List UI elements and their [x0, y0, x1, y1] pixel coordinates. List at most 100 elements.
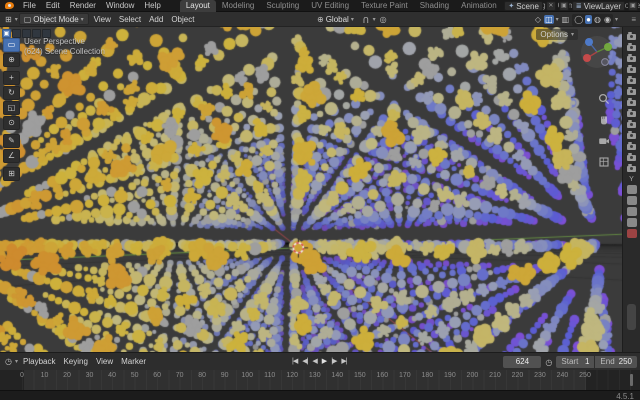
- menu-file[interactable]: File: [18, 0, 41, 12]
- timeline-ruler[interactable]: 0102030405060708090100110120130140150160…: [0, 370, 640, 390]
- proportional-editing-icon[interactable]: ◎: [379, 15, 388, 24]
- jump-to-start-button[interactable]: |◀: [290, 356, 299, 368]
- prev-keyframe-button[interactable]: ◀|: [300, 356, 309, 368]
- play-button[interactable]: ▶: [320, 356, 328, 368]
- ruler-scrollbar-end[interactable]: [630, 374, 633, 386]
- timeline-menu-view[interactable]: View: [92, 354, 117, 369]
- workspace-tab-uv-editing[interactable]: UV Editing: [305, 0, 355, 12]
- options-button[interactable]: Options ▾: [536, 29, 578, 40]
- properties-tab-render[interactable]: [627, 185, 637, 194]
- properties-tab-view-layer[interactable]: [627, 207, 637, 216]
- menu-render[interactable]: Render: [65, 0, 101, 12]
- show-gizmo-icon[interactable]: ◇: [534, 15, 542, 24]
- toggle-xray-icon[interactable]: ▥: [561, 15, 571, 24]
- stopwatch-icon[interactable]: ◷: [544, 358, 553, 367]
- outliner-row[interactable]: [623, 130, 640, 141]
- end-frame-field[interactable]: End 250: [595, 356, 637, 368]
- active-tool-select-box-icon[interactable]: ▣: [2, 29, 11, 38]
- outliner-row[interactable]: [623, 31, 640, 42]
- clock-icon[interactable]: ◷: [3, 357, 14, 366]
- properties-tab-scene[interactable]: [627, 218, 637, 227]
- start-frame-field[interactable]: Start 1: [556, 356, 594, 368]
- properties-tab-world[interactable]: [627, 229, 637, 238]
- shading-rendered-icon[interactable]: ◉: [603, 15, 612, 24]
- editor-type-caret-icon[interactable]: ▾: [15, 358, 18, 365]
- outliner-row[interactable]: [623, 53, 640, 64]
- select-set-icon[interactable]: [12, 29, 21, 38]
- outliner-corner-icon[interactable]: ≡: [631, 15, 636, 24]
- scene-selector[interactable]: ✦ Scene: [504, 1, 543, 11]
- outliner-row[interactable]: [623, 163, 640, 174]
- outliner-row[interactable]: [623, 119, 640, 130]
- play-reverse-button[interactable]: ◀: [310, 356, 318, 368]
- timeline-menu-playback[interactable]: Playback: [19, 354, 59, 369]
- show-overlays-icon[interactable]: ◫: [544, 15, 554, 24]
- gizmo-x-axis[interactable]: [583, 54, 591, 62]
- mode-selector[interactable]: ▢ Object Mode ▾: [19, 13, 89, 25]
- outliner-row[interactable]: [623, 75, 640, 86]
- viewport-canvas[interactable]: [0, 27, 622, 352]
- outliner-row[interactable]: [623, 152, 640, 163]
- editor-type-caret-icon[interactable]: ▾: [15, 16, 18, 23]
- viewport-menu-select[interactable]: Select: [115, 12, 145, 27]
- snap-caret-icon[interactable]: ▾: [373, 16, 376, 23]
- gizmo-z-axis[interactable]: [585, 38, 593, 46]
- outliner-row[interactable]: [623, 141, 640, 152]
- pan-hand-icon[interactable]: [598, 114, 610, 126]
- tool-measure[interactable]: ∠: [3, 149, 20, 163]
- view-layer-selector[interactable]: ≣ ViewLayer: [572, 1, 625, 11]
- menu-window[interactable]: Window: [101, 0, 139, 12]
- tool-add-cube[interactable]: ⊞: [3, 167, 20, 181]
- editor-3d-viewport-icon[interactable]: ⊞: [3, 15, 14, 24]
- shading-caret-icon[interactable]: ▾: [615, 16, 618, 23]
- viewport-menu-add[interactable]: Add: [145, 12, 167, 27]
- workspace-tab-animation[interactable]: Animation: [455, 0, 503, 12]
- outliner-row[interactable]: [623, 42, 640, 53]
- outliner-row[interactable]: [623, 108, 640, 119]
- workspace-tab-sculpting[interactable]: Sculpting: [260, 0, 305, 12]
- outliner-row[interactable]: [623, 64, 640, 75]
- viewport-menu-view[interactable]: View: [90, 12, 115, 27]
- new-scene-button[interactable]: ▣: [559, 1, 569, 11]
- workspace-tab-texture-paint[interactable]: Texture Paint: [355, 0, 414, 12]
- workspace-tab-shading[interactable]: Shading: [414, 0, 455, 12]
- unlink-scene-button[interactable]: ✕: [546, 1, 556, 11]
- scrollbar-handle[interactable]: [627, 304, 636, 330]
- viewport-header-middle: ⊕ Global ▾ U ▾ ◎: [312, 12, 388, 27]
- magnet-icon[interactable]: U: [362, 15, 370, 24]
- gizmo-minus-axis[interactable]: [602, 59, 609, 66]
- menu-help[interactable]: Help: [139, 0, 165, 12]
- overlays-caret-icon[interactable]: ▾: [556, 16, 559, 23]
- tool-rotate[interactable]: ↻: [3, 86, 20, 100]
- tool-cursor[interactable]: ⊕: [3, 53, 20, 67]
- perspective-toggle-icon[interactable]: [598, 156, 610, 168]
- gizmo-y-axis[interactable]: [604, 43, 612, 51]
- menu-edit[interactable]: Edit: [41, 0, 65, 12]
- current-frame-field[interactable]: 624: [503, 356, 541, 368]
- outliner-row[interactable]: [623, 97, 640, 108]
- navigation-gizmo[interactable]: [580, 35, 614, 69]
- blender-logo-icon[interactable]: [5, 2, 14, 9]
- timeline-menu-marker[interactable]: Marker: [117, 354, 150, 369]
- tool-transform[interactable]: ⊙: [3, 116, 20, 130]
- viewport-menu-object[interactable]: Object: [167, 12, 198, 27]
- properties-tab-output[interactable]: [627, 196, 637, 205]
- shading-wireframe-icon[interactable]: ◯: [573, 15, 584, 24]
- tool-move[interactable]: +: [3, 71, 20, 85]
- tool-scale[interactable]: ◱: [3, 101, 20, 115]
- transform-orientation-selector[interactable]: ⊕ Global ▾: [312, 14, 359, 26]
- timeline-menu-keying[interactable]: Keying: [59, 354, 91, 369]
- outliner-row[interactable]: [623, 86, 640, 97]
- zoom-icon[interactable]: [598, 93, 610, 105]
- new-view-layer-button[interactable]: ▣: [628, 1, 638, 11]
- jump-to-end-button[interactable]: ▶|: [339, 356, 348, 368]
- shading-solid-icon[interactable]: ●: [585, 15, 592, 24]
- workspace-tab-modeling[interactable]: Modeling: [216, 0, 260, 12]
- shading-material-preview-icon[interactable]: ◍: [593, 15, 602, 24]
- next-keyframe-button[interactable]: |▶: [329, 356, 338, 368]
- workspace-tab-layout[interactable]: Layout: [180, 0, 216, 12]
- camera-view-icon[interactable]: [598, 135, 610, 147]
- tool-select-box[interactable]: ▭: [3, 38, 20, 52]
- ruler-tick-label: 50: [131, 372, 139, 379]
- tool-annotate[interactable]: ✎: [3, 134, 20, 148]
